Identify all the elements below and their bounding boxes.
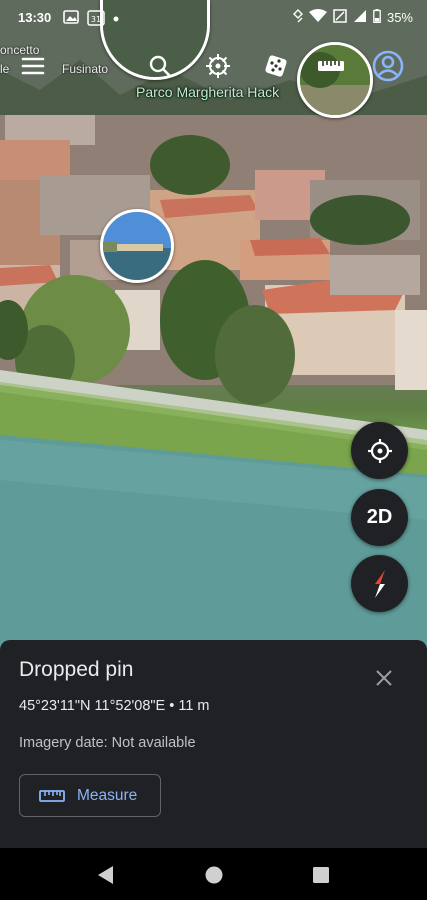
home-button[interactable] [203,864,225,886]
dot-icon [113,10,119,24]
place-label-parco[interactable]: Parco Margherita Hack [136,84,279,100]
status-time: 13:30 [18,9,52,25]
signal-icon [353,9,367,26]
wifi-icon [308,8,327,26]
battery-icon [373,8,381,26]
measure-button[interactable]: Measure [19,774,161,817]
photo-bubble-bridge[interactable] [100,209,174,283]
menu-button[interactable] [15,48,51,84]
system-nav-bar [0,848,427,900]
vibrate-icon [292,8,303,26]
measure-icon [318,61,344,71]
dropped-pin-sheet: Dropped pin 45°23'11"N 11°52'08"E • 11 m… [0,640,427,848]
close-button[interactable] [370,664,398,692]
voyager-icon [206,54,230,78]
close-icon [376,670,392,686]
top-toolbar [0,48,427,88]
pin-coordinates: 45°23'11"N 11°52'08"E • 11 m [19,698,210,714]
imagery-date: Imagery date: Not available [19,735,196,751]
compass-icon [374,569,385,598]
back-icon [98,866,113,884]
ruler-icon [39,789,65,802]
measure-button-label: Measure [77,786,138,804]
menu-icon [21,57,45,75]
view-mode-label: 2D [366,506,393,528]
view-mode-toggle[interactable]: 2D [351,489,408,546]
image-icon [63,10,80,24]
search-button[interactable] [142,48,178,84]
search-icon [149,55,171,77]
battery-level: 35% [386,9,413,25]
feeling-lucky-button[interactable] [258,48,294,84]
account-button[interactable] [370,48,406,84]
my-location-icon [367,438,392,463]
my-location-button[interactable] [351,422,408,479]
status-bar: 13:30 31 35% [0,0,427,34]
measure-toolbar-button[interactable] [313,48,349,84]
recents-button[interactable] [310,864,332,886]
alarm-icon [333,8,347,26]
account-icon [372,50,404,82]
bridge-photo-thumbnail [103,212,171,280]
back-button[interactable] [95,864,117,886]
feeling-lucky-icon [265,55,287,77]
home-icon [205,866,223,884]
recents-icon [313,867,329,883]
voyager-button[interactable] [200,48,236,84]
sheet-title: Dropped pin [19,658,134,681]
calendar-day: 31 [91,15,101,24]
compass-button[interactable] [351,555,408,612]
calendar-icon: 31 [87,10,105,26]
